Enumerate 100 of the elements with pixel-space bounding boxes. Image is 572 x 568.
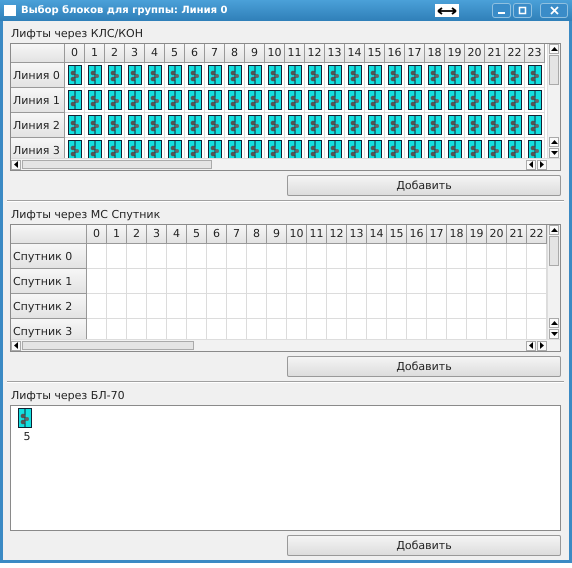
grid-cell[interactable] — [227, 294, 247, 319]
grid-cell[interactable] — [287, 294, 307, 319]
grid-cell[interactable] — [305, 63, 325, 88]
grid-cell[interactable] — [207, 244, 227, 269]
scroll-up-arrow-icon[interactable] — [549, 137, 559, 147]
grid-cell[interactable] — [345, 88, 365, 113]
grid-cell[interactable] — [385, 63, 405, 88]
grid-cell[interactable] — [507, 294, 527, 319]
grid-cell[interactable] — [407, 294, 427, 319]
grid-cell[interactable] — [485, 88, 505, 113]
grid-cell[interactable] — [65, 63, 85, 88]
grid-cell[interactable] — [107, 294, 127, 319]
scroll-left-arrow-icon[interactable] — [526, 340, 536, 350]
grid-cell[interactable] — [507, 244, 527, 269]
grid-cell[interactable] — [405, 63, 425, 88]
grid-cell[interactable] — [405, 88, 425, 113]
grid-cell[interactable] — [245, 113, 265, 138]
grid-cell[interactable] — [185, 63, 205, 88]
grid-cell[interactable] — [505, 63, 525, 88]
grid-cell[interactable] — [287, 244, 307, 269]
grid-cell[interactable] — [205, 113, 225, 138]
grid-cell[interactable] — [305, 88, 325, 113]
grid-cell[interactable] — [407, 269, 427, 294]
grid-cell[interactable] — [205, 88, 225, 113]
grid-cell[interactable] — [367, 269, 387, 294]
grid-cell[interactable] — [285, 113, 305, 138]
grid-cell[interactable] — [167, 269, 187, 294]
grid-cell[interactable] — [385, 88, 405, 113]
add-button[interactable]: Добавить — [287, 175, 561, 196]
grid-cell[interactable] — [347, 294, 367, 319]
grid-cell[interactable] — [525, 63, 545, 88]
grid-cell[interactable] — [427, 294, 447, 319]
grid-cell[interactable] — [445, 113, 465, 138]
grid-cell[interactable] — [485, 63, 505, 88]
scroll-down-arrow-icon[interactable] — [549, 148, 559, 158]
grid-cell[interactable] — [347, 269, 367, 294]
grid-cell[interactable] — [185, 113, 205, 138]
grid-cell[interactable] — [107, 269, 127, 294]
scroll-thumb[interactable] — [22, 341, 194, 350]
grid-cell[interactable] — [387, 269, 407, 294]
grid-cell[interactable] — [127, 294, 147, 319]
grid-cell[interactable] — [207, 269, 227, 294]
grid-cell[interactable] — [427, 269, 447, 294]
grid-cell[interactable] — [387, 294, 407, 319]
grid-cell[interactable] — [367, 244, 387, 269]
grid-cell[interactable] — [167, 294, 187, 319]
grid-cell[interactable] — [325, 88, 345, 113]
grid-cell[interactable] — [165, 63, 185, 88]
grid-cell[interactable] — [367, 294, 387, 319]
grid-cell[interactable] — [87, 244, 107, 269]
grid-cell[interactable] — [307, 244, 327, 269]
grid-cell[interactable] — [325, 63, 345, 88]
grid-cell[interactable] — [447, 269, 467, 294]
scroll-left-arrow-icon[interactable] — [526, 160, 536, 170]
grid-cell[interactable] — [225, 63, 245, 88]
grid-cell[interactable] — [445, 63, 465, 88]
grid-cell[interactable] — [487, 244, 507, 269]
grid-cell[interactable] — [147, 269, 167, 294]
grid-cell[interactable] — [485, 113, 505, 138]
grid-cell[interactable] — [187, 269, 207, 294]
grid-cell[interactable] — [327, 244, 347, 269]
grid-cell[interactable] — [245, 88, 265, 113]
grid-cell[interactable] — [505, 88, 525, 113]
grid-cell[interactable] — [267, 269, 287, 294]
grid-cell[interactable] — [387, 244, 407, 269]
grid-cell[interactable] — [187, 244, 207, 269]
grid-cell[interactable] — [85, 113, 105, 138]
grid-cell[interactable] — [247, 269, 267, 294]
grid-cell[interactable] — [227, 244, 247, 269]
grid-cell[interactable] — [525, 88, 545, 113]
grid-cell[interactable] — [307, 269, 327, 294]
horizontal-scrollbar[interactable] — [11, 339, 560, 351]
scroll-thumb[interactable] — [549, 236, 559, 266]
scroll-left-arrow-icon[interactable] — [11, 340, 21, 350]
scroll-up-arrow-icon[interactable] — [549, 225, 559, 235]
grid-cell[interactable] — [507, 269, 527, 294]
grid-cell[interactable] — [505, 113, 525, 138]
grid-cell[interactable] — [165, 113, 185, 138]
grid-cell[interactable] — [325, 113, 345, 138]
grid-cell[interactable] — [267, 244, 287, 269]
grid-cell[interactable] — [65, 113, 85, 138]
grid-cell[interactable] — [187, 294, 207, 319]
grid-cell[interactable] — [105, 113, 125, 138]
minimize-button[interactable] — [492, 3, 511, 18]
grid-cell[interactable] — [385, 113, 405, 138]
grid-cell[interactable] — [345, 63, 365, 88]
grid-cell[interactable] — [345, 113, 365, 138]
grid-cell[interactable] — [467, 269, 487, 294]
grid-cell[interactable] — [425, 113, 445, 138]
grid-cell[interactable] — [65, 88, 85, 113]
grid-cell[interactable] — [125, 88, 145, 113]
scroll-up-arrow-icon[interactable] — [549, 44, 559, 54]
grid-cell[interactable] — [347, 244, 367, 269]
grid-cell[interactable] — [447, 244, 467, 269]
add-button[interactable]: Добавить — [287, 535, 561, 556]
close-button[interactable] — [540, 3, 568, 18]
grid-cell[interactable] — [327, 269, 347, 294]
grid-cell[interactable] — [365, 113, 385, 138]
grid-cell[interactable] — [87, 269, 107, 294]
grid-cell[interactable] — [265, 113, 285, 138]
